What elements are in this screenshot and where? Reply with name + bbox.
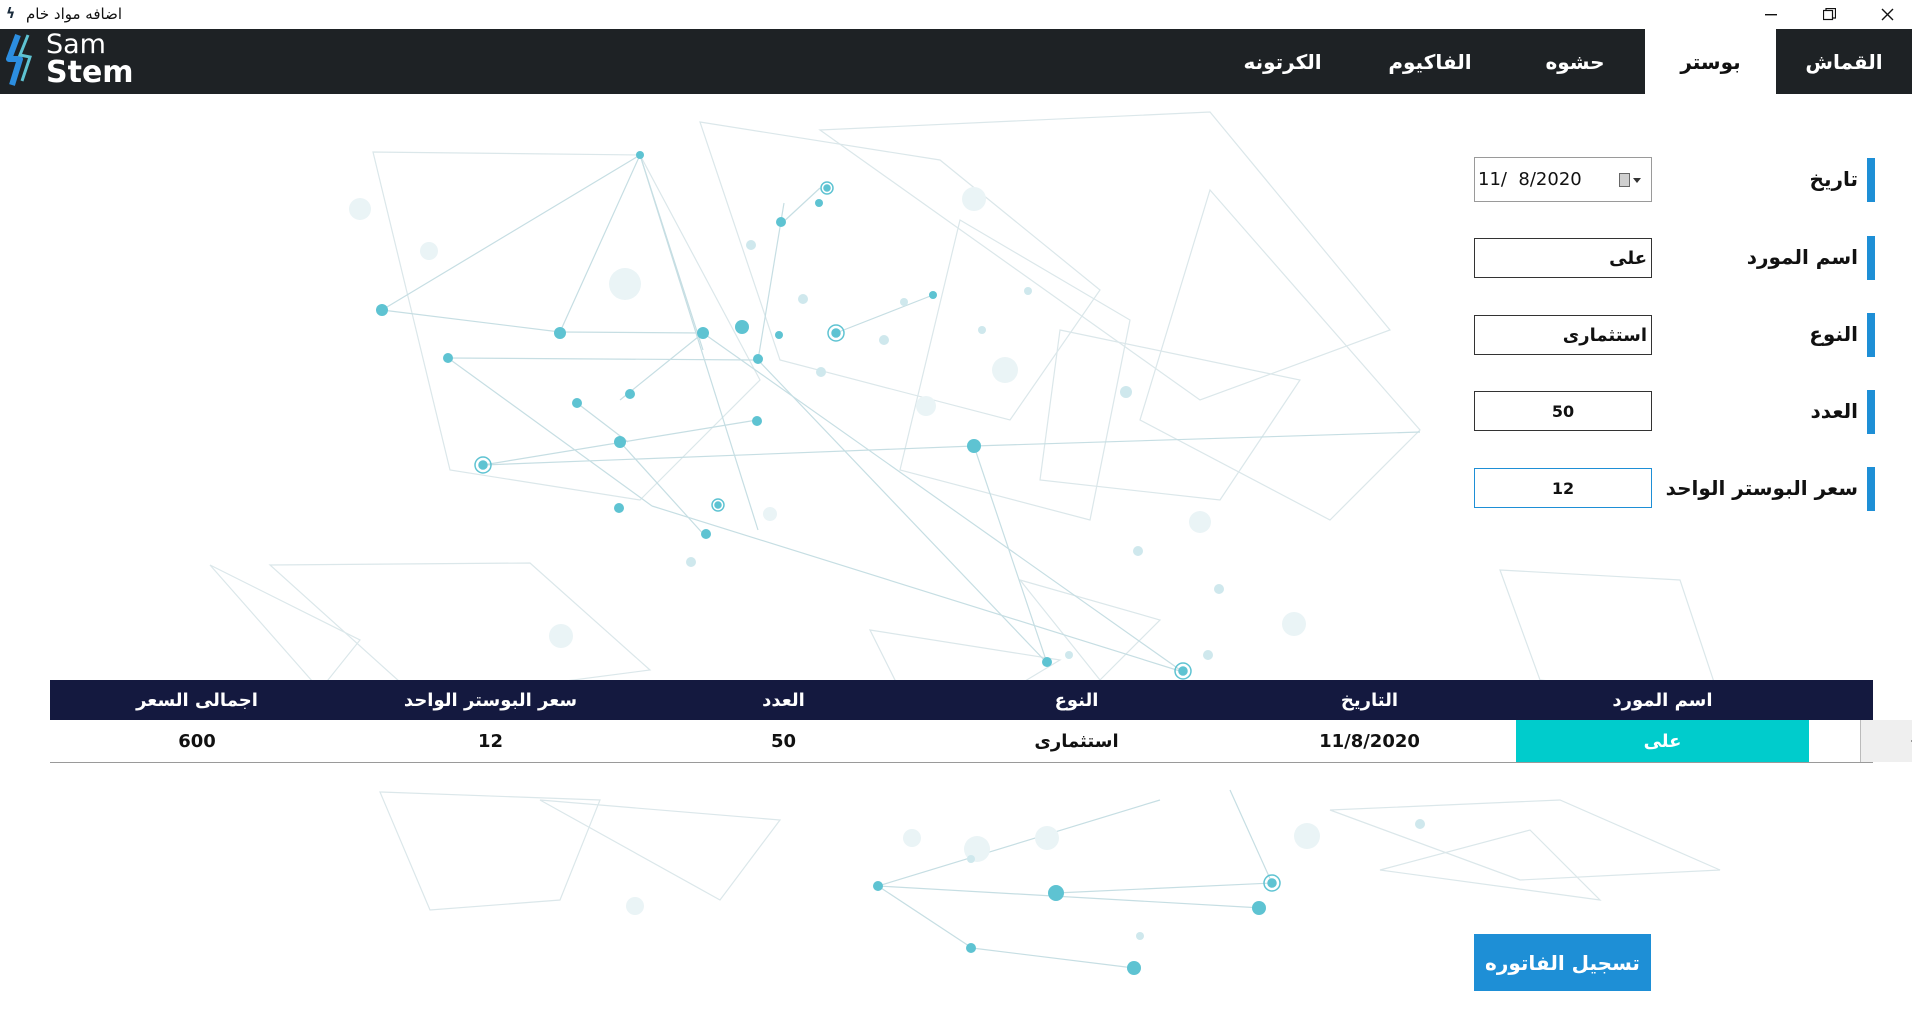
app-icon: ϟ [6,6,16,22]
calendar-icon [1619,173,1630,187]
restore-icon [1822,8,1836,21]
unit-price-label: سعر البوستر الواحد [1665,476,1858,500]
close-button[interactable] [1858,0,1912,29]
tab-poster[interactable]: بوستر [1645,29,1776,94]
close-icon [1881,8,1893,21]
cell-supplier[interactable]: على [1516,720,1809,762]
supplier-input[interactable]: على [1474,238,1652,278]
unit-price-input[interactable]: 12 [1474,468,1652,508]
column-header-date[interactable]: التاريخ [1223,680,1516,720]
grid-header: اسم المورد التاريخ النوع العدد سعر البوس… [50,680,1873,720]
cell-type[interactable]: استثمارى [930,720,1223,762]
tab-padding[interactable]: حشوه [1505,29,1645,94]
title-bar: ϟ اضافه مواد خام [0,0,1912,29]
logo-line2: Stem [46,55,134,90]
column-header-total[interactable]: اجمالى السعر [50,680,344,720]
restore-button[interactable] [1800,0,1858,29]
tab-vacuum[interactable]: الفاكيوم [1355,29,1505,94]
tab-carton[interactable]: الكرتونه [1210,29,1355,94]
row-header[interactable] [1860,720,1912,762]
date-picker[interactable]: 11/ 8/2020 [1474,157,1652,202]
type-label: النوع [1809,322,1858,346]
count-label-bar [1867,390,1875,434]
date-label: تاريخ [1809,167,1858,191]
cell-unit-price[interactable]: 12 [344,720,637,762]
unit-price-label-bar [1867,467,1875,511]
top-nav: Sam Stem القماش بوستر حشوه الفاكيوم الكر… [0,29,1912,94]
calendar-dropdown-button[interactable] [1619,172,1641,188]
cell-count[interactable]: 50 [637,720,930,762]
cell-date[interactable]: 11/8/2020 [1223,720,1516,762]
column-header-unit-price[interactable]: سعر البوستر الواحد [344,680,637,720]
column-header-type[interactable]: النوع [930,680,1223,720]
type-label-bar [1867,313,1875,357]
supplier-label-bar [1867,236,1875,280]
minimize-icon [1765,13,1777,15]
background-network [209,111,1721,975]
cell-total[interactable]: 600 [50,720,344,762]
column-header-supplier[interactable]: اسم المورد [1516,680,1809,720]
count-input[interactable]: 50 [1474,391,1652,431]
logo-text: Sam Stem [46,31,134,90]
submit-invoice-button[interactable]: تسجيل الفاتوره [1474,934,1651,991]
supplier-label: اسم المورد [1746,245,1858,269]
count-label: العدد [1810,399,1858,423]
window-title: اضافه مواد خام [26,5,122,23]
chevron-down-icon [1633,177,1641,183]
tab-fabric[interactable]: القماش [1776,29,1912,94]
logo: Sam Stem [6,31,146,91]
minimize-button[interactable] [1742,0,1800,29]
table-row[interactable]: على 11/8/2020 استثمارى 50 12 600 [50,720,1912,763]
date-label-bar [1867,158,1875,202]
type-input[interactable]: استثمارى [1474,315,1652,355]
date-value: 11/ 8/2020 [1478,169,1582,190]
column-header-count[interactable]: العدد [637,680,930,720]
bolt-icon [6,33,32,86]
